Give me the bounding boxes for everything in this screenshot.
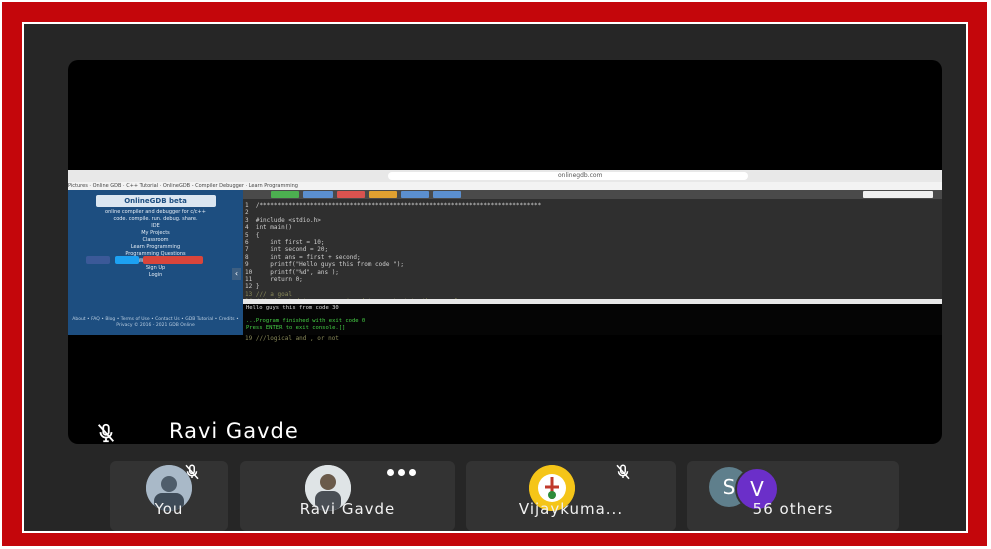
participant-name: 56 others [752, 500, 834, 518]
social-buttons [86, 256, 206, 264]
share-button [369, 191, 397, 198]
bookmarks-bar: Pictures · Online GDB · C++ Tutorial · O… [68, 182, 942, 190]
code-line: 4 int main() [245, 224, 292, 232]
url-bar: onlinegdb.com [388, 172, 748, 180]
code-line: 1 /*************************************… [245, 202, 542, 209]
language-select [863, 191, 933, 198]
sidebar-subtitle: code. compile. run. debug. share. [113, 216, 198, 222]
code-line: 6 int first = 10; [245, 239, 325, 247]
beautify-button [433, 191, 461, 198]
sidebar-item: Login [148, 272, 163, 278]
participant-tile-you[interactable]: You [110, 461, 228, 531]
code-line: 7 int second = 20; [245, 246, 329, 254]
facebook-icon [86, 256, 110, 264]
url-text: onlinegdb.com [558, 172, 603, 179]
mic-off-icon [97, 423, 115, 443]
ide-sidebar: OnlineGDB beta online compiler and debug… [68, 190, 243, 335]
mic-off-icon [185, 464, 199, 480]
sidebar-item: Learn Programming [130, 244, 181, 250]
output-console: Hello guys this from code 30 ...Program … [243, 304, 942, 335]
console-line: Press ENTER to exit console.[] [246, 324, 346, 331]
main-video-tile[interactable]: onlinegdb.com Pictures · Online GDB · C+… [68, 60, 942, 444]
debug-button [303, 191, 333, 198]
speaker-name: Ravi Gavde [169, 419, 299, 443]
code-line: 2 [245, 209, 256, 217]
more-options-icon[interactable] [387, 469, 416, 476]
code-line: 13 /// a goal [245, 290, 292, 298]
shared-screen: onlinegdb.com Pictures · Online GDB · C+… [68, 170, 942, 342]
run-button [271, 191, 299, 198]
code-line: 11 return 0; [245, 276, 303, 284]
participant-name: Vijaykuma... [518, 500, 624, 518]
code-editor: 1 /*************************************… [243, 190, 942, 342]
onlinegdb-logo: OnlineGDB beta [95, 195, 216, 207]
code-line: 12 } [245, 283, 260, 291]
sidebar-tagline: online compiler and debugger for c/c++ [105, 209, 206, 215]
stop-button [337, 191, 365, 198]
code-line: 10 printf("%d", ans ); [245, 268, 339, 276]
editor-toolbar [243, 190, 942, 199]
twitter-icon [114, 256, 139, 264]
code-line: 19 ///logical and , or not [245, 335, 339, 343]
sidebar-items: IDE My Projects Classroom Learn Programming… [68, 223, 243, 279]
participant-name: Ravi Gavde [299, 500, 396, 518]
participant-tile-vijaykumar[interactable]: Vijaykuma... [466, 461, 676, 531]
sidebar-item: Classroom [142, 237, 169, 243]
participant-tile-others[interactable]: S V 56 others [687, 461, 899, 531]
save-button [401, 191, 429, 198]
code-line: 3 #include <stdio.h> [245, 216, 321, 224]
sidebar-item: My Projects [141, 230, 170, 236]
participant-tile-ravi[interactable]: Ravi Gavde [240, 461, 455, 531]
sidebar-item: Sign Up [145, 265, 166, 271]
collapse-sidebar-icon: ‹ [232, 268, 241, 280]
participant-name: You [154, 500, 184, 518]
code-line: 8 int ans = first + second; [245, 253, 361, 261]
share-icon [143, 256, 204, 264]
sidebar-item: IDE [151, 223, 160, 229]
code-line: 9 printf("Hello guys this from code "); [245, 261, 404, 269]
mic-off-icon [616, 464, 630, 480]
code-line: 5 { [245, 231, 260, 239]
sidebar-footer: About • FAQ • Blog • Terms of Use • Cont… [72, 317, 239, 328]
